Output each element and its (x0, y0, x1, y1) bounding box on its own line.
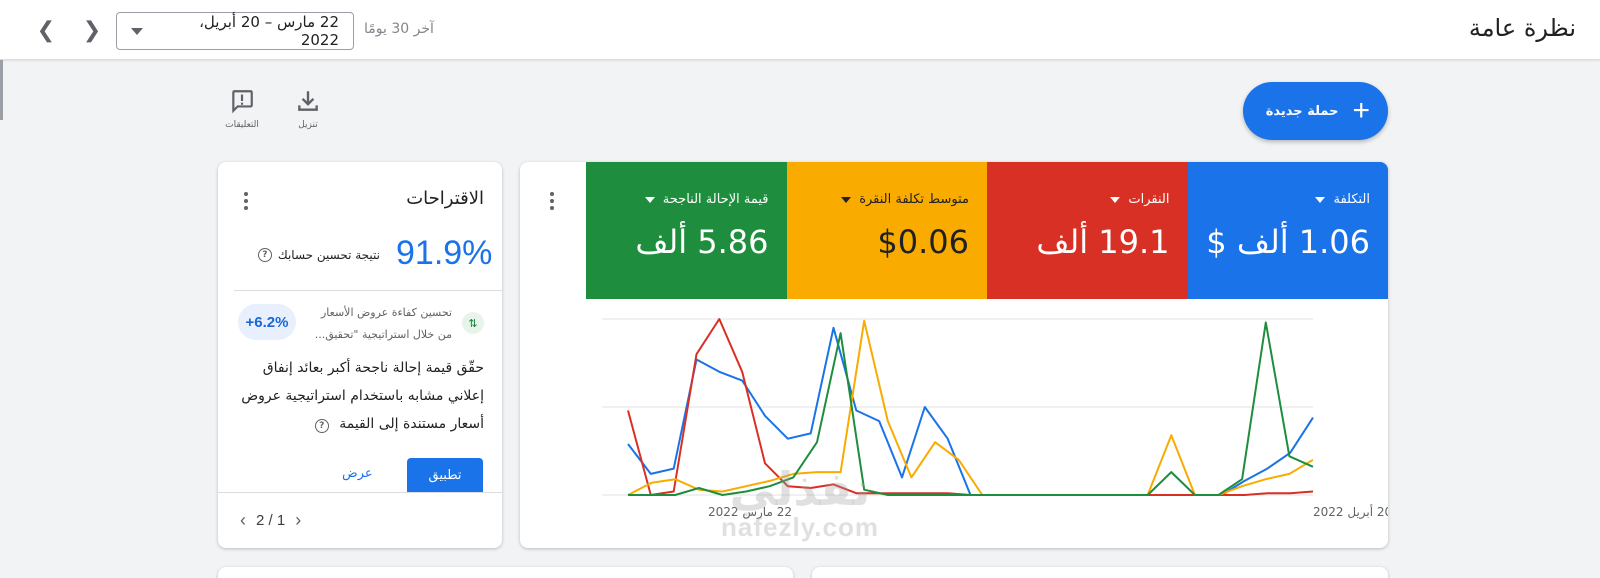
optimization-score-label: نتيجة تحسين حسابك ? (257, 248, 380, 262)
view-button[interactable]: عرض (342, 466, 373, 481)
chevron-down-icon (131, 27, 143, 35)
metric-label: متوسط تكلفة النقرة (859, 192, 969, 207)
dropdown-icon (841, 196, 852, 203)
apply-button[interactable]: تطبيق (407, 458, 483, 492)
plus-icon: + (1352, 94, 1370, 127)
download-button[interactable]: تنزيل (283, 88, 333, 130)
new-campaign-button[interactable]: حملة جديدة + (1243, 82, 1388, 140)
divider (234, 290, 502, 291)
series-line-0 (627, 326, 1314, 496)
performance-card: التكلفة 1.06 ألف $ النقرات 19.1 ألف متوس… (520, 162, 1388, 548)
chevron-right-icon[interactable]: ❯ (76, 14, 108, 46)
feedback-label: التعليقات (225, 120, 259, 130)
series-line-3 (628, 321, 1314, 496)
help-icon[interactable]: ? (257, 248, 272, 262)
feedback-button[interactable]: التعليقات (217, 88, 267, 130)
chevron-left-icon[interactable]: ❮ (30, 14, 62, 46)
dropdown-icon (1110, 196, 1121, 203)
chevron-left-icon[interactable]: ‹ (236, 510, 250, 531)
metric-value: $0.06 (877, 223, 969, 261)
chevron-right-icon[interactable]: › (291, 510, 305, 531)
metric-label: قيمة الإحالة الناجحة (662, 192, 769, 207)
metric-tiles: التكلفة 1.06 ألف $ النقرات 19.1 ألف متوس… (586, 162, 1388, 299)
download-label: تنزيل (298, 120, 318, 130)
dropdown-icon (1315, 196, 1326, 203)
pagination: ‹ 2 / 1 › (236, 510, 305, 531)
x-axis-end-label: 20 أبريل 2022 (1313, 504, 1388, 520)
suggestion-body-text: حقّق قيمة إحالة ناجحة أكبر بعائد إنفاق إ… (241, 360, 484, 432)
metric-avg-cpc[interactable]: متوسط تكلفة النقرة $0.06 (786, 162, 987, 299)
help-icon[interactable]: ? (314, 419, 329, 433)
metric-cost[interactable]: التكلفة 1.06 ألف $ (1187, 162, 1388, 299)
metric-value: 1.06 ألف $ (1206, 223, 1370, 261)
download-icon (298, 91, 318, 111)
subtitle-line-1: تحسين كفاءة عروض الأسعار (320, 306, 452, 319)
x-axis-start-label: 22 مارس 2022 (708, 505, 792, 520)
more-vert-icon[interactable] (544, 192, 560, 218)
score-label-text: نتيجة تحسين حسابك (277, 248, 380, 262)
performance-line-chart: 22 مارس 2022 20 أبريل 2022 (602, 318, 1388, 520)
bottom-card (812, 567, 1388, 578)
suggestions-title: الاقتراحات (406, 188, 484, 209)
metric-label: النقرات (1128, 192, 1170, 207)
range-label: آخر 30 يومًا (364, 21, 434, 37)
more-vert-icon[interactable] (238, 192, 254, 218)
side-panel-edge (0, 60, 3, 120)
suggestions-card: الاقتراحات 91.9% نتيجة تحسين حسابك ? +6.… (218, 162, 502, 548)
divider (218, 492, 502, 493)
optimization-score: 91.9% (396, 234, 493, 272)
date-range-selector[interactable]: 22 مارس – 20 أبريل، 2022 (116, 12, 354, 50)
bottom-card (218, 567, 793, 578)
date-range-text: 22 مارس – 20 أبريل، 2022 (199, 13, 339, 49)
metric-label: التكلفة (1333, 192, 1370, 207)
subtitle-line-2: من خلال استراتيجية "تحقيق... (314, 328, 452, 341)
feedback-icon (232, 90, 253, 114)
metric-clicks[interactable]: النقرات 19.1 ألف (987, 162, 1188, 299)
page-title: نظرة عامة (1468, 14, 1576, 42)
metric-conversion-value[interactable]: قيمة الإحالة الناجحة 5.86 ألف (586, 162, 787, 299)
bidding-strategy-icon: ⇅ (462, 312, 484, 334)
page-indicator: 2 / 1 (256, 512, 286, 529)
dropdown-icon (644, 196, 655, 203)
new-campaign-label: حملة جديدة (1265, 103, 1339, 119)
suggestion-subtitle: تحسين كفاءة عروض الأسعار من خلال استراتي… (272, 302, 452, 346)
top-header: ❮ ❯ 22 مارس – 20 أبريل، 2022 آخر 30 يومً… (0, 0, 1600, 60)
suggestion-body: حقّق قيمة إحالة ناجحة أكبر بعائد إنفاق إ… (234, 354, 484, 438)
metric-value: 5.86 ألف (635, 223, 769, 261)
metric-value: 19.1 ألف (1036, 223, 1170, 261)
